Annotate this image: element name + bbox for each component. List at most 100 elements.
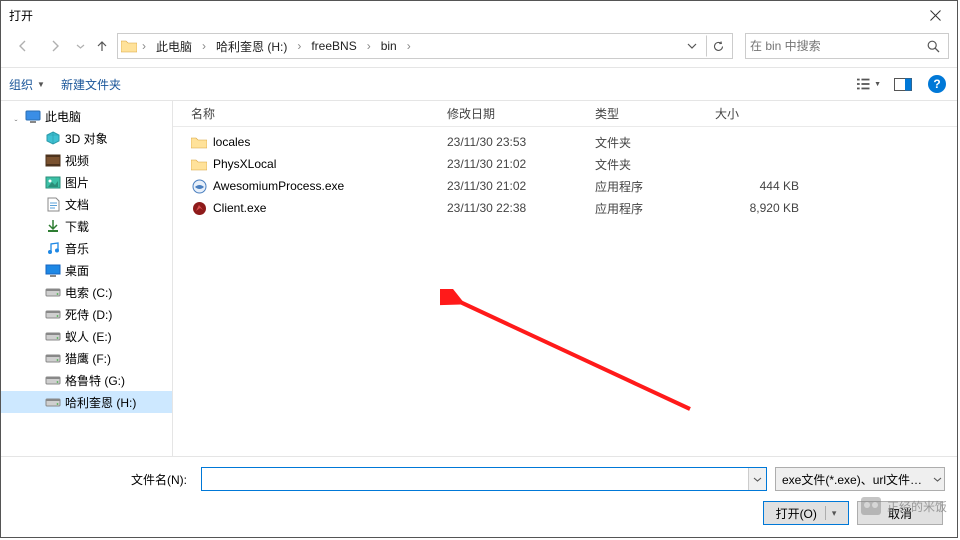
sidebar-item-label: 电索 (C:) <box>65 284 112 301</box>
window-title: 打开 <box>9 7 913 24</box>
search-input[interactable] <box>750 39 922 53</box>
preview-pane-icon <box>894 78 912 91</box>
pc-icon <box>25 108 41 124</box>
col-date[interactable]: 修改日期 <box>439 105 587 122</box>
drive-icon <box>45 394 61 410</box>
expand-caret-icon: ˬ <box>11 111 21 121</box>
file-row[interactable]: Client.exe23/11/30 22:38应用程序8,920 KB <box>173 197 957 219</box>
open-dialog: 打开 › 此电脑 › 哈利奎恩 (H:) › freeBNS › <box>0 0 958 538</box>
close-icon <box>930 10 941 21</box>
refresh-button[interactable] <box>706 35 730 57</box>
close-button[interactable] <box>913 1 957 29</box>
drive-icon <box>45 372 61 388</box>
sidebar-item[interactable]: 视频 <box>1 149 172 171</box>
search-icon[interactable] <box>922 35 944 57</box>
sidebar-item[interactable]: 蚁人 (E:) <box>1 325 172 347</box>
column-headers: 名称 修改日期 类型 大小 <box>173 101 957 127</box>
file-list: locales23/11/30 23:53文件夹PhysXLocal23/11/… <box>173 127 957 223</box>
arrow-right-icon <box>48 39 62 53</box>
chevron-down-icon <box>753 475 762 484</box>
sidebar-item[interactable]: 文档 <box>1 193 172 215</box>
forward-button[interactable] <box>41 32 69 60</box>
exe-red-icon <box>191 200 207 216</box>
back-button[interactable] <box>9 32 37 60</box>
address-bar[interactable]: › 此电脑 › 哈利奎恩 (H:) › freeBNS › bin › <box>117 33 733 59</box>
doc-icon <box>45 196 61 212</box>
file-size: 444 KB <box>707 179 807 193</box>
col-name[interactable]: 名称 <box>183 105 439 122</box>
open-button[interactable]: 打开(O) ▾ <box>763 501 849 525</box>
folder-icon <box>191 156 207 172</box>
new-folder-button[interactable]: 新建文件夹 <box>61 76 121 93</box>
file-row[interactable]: AwesomiumProcess.exe23/11/30 21:02应用程序44… <box>173 175 957 197</box>
toolbar: 组织 ▼ 新建文件夹 ▼ <box>1 67 957 101</box>
chevron-right-icon: › <box>365 39 373 53</box>
organize-menu[interactable]: 组织 ▼ <box>9 76 45 93</box>
file-name-cell: locales <box>183 134 439 150</box>
file-type-filter[interactable]: exe文件(*.exe)、url文件、快捷 <box>775 467 945 491</box>
filename-input[interactable] <box>202 468 748 490</box>
filename-combo[interactable] <box>201 467 767 491</box>
refresh-icon <box>712 40 725 53</box>
sidebar-item[interactable]: 下载 <box>1 215 172 237</box>
cancel-button-label: 取消 <box>888 505 912 522</box>
cancel-button[interactable]: 取消 <box>857 501 943 525</box>
sidebar-item-label: 音乐 <box>65 240 89 257</box>
chevron-down-icon: ▼ <box>37 80 45 89</box>
sidebar-item-label: 3D 对象 <box>65 130 108 147</box>
view-menu[interactable]: ▼ <box>857 73 881 95</box>
sidebar-item[interactable]: 死侍 (D:) <box>1 303 172 325</box>
drive-icon <box>45 350 61 366</box>
annotation-arrow <box>440 289 700 419</box>
file-row[interactable]: locales23/11/30 23:53文件夹 <box>173 131 957 153</box>
sidebar-item-label: 哈利奎恩 (H:) <box>65 394 136 411</box>
crumb-freebns[interactable]: freeBNS <box>305 37 362 55</box>
file-name-cell: PhysXLocal <box>183 156 439 172</box>
sidebar-item[interactable]: 哈利奎恩 (H:) <box>1 391 172 413</box>
drive-icon <box>45 284 61 300</box>
sidebar-item[interactable]: 图片 <box>1 171 172 193</box>
file-type: 文件夹 <box>587 156 707 173</box>
exe-blue-icon <box>191 178 207 194</box>
sidebar-item[interactable]: 3D 对象 <box>1 127 172 149</box>
chevron-down-icon: ▾ <box>825 506 837 520</box>
sidebar-item[interactable]: 桌面 <box>1 259 172 281</box>
up-button[interactable] <box>91 35 113 57</box>
sidebar: ˬ 此电脑 3D 对象视频图片文档下载音乐桌面电索 (C:) 死侍 (D:) 蚁人 … <box>1 101 173 456</box>
sidebar-item[interactable]: 电索 (C:) <box>1 281 172 303</box>
recent-dropdown[interactable] <box>73 32 87 60</box>
arrow-up-icon <box>95 39 109 53</box>
sidebar-item-label: 格鲁特 (G:) <box>65 372 125 389</box>
help-button[interactable]: ? <box>925 73 949 95</box>
crumb-drive-h[interactable]: 哈利奎恩 (H:) <box>210 36 293 57</box>
sidebar-item-label: 图片 <box>65 174 89 191</box>
crumb-this-pc[interactable]: 此电脑 <box>150 36 198 57</box>
music-icon <box>45 240 61 256</box>
picture-icon <box>45 174 61 190</box>
preview-pane-toggle[interactable] <box>891 73 915 95</box>
chevron-right-icon: › <box>140 39 148 53</box>
video-icon <box>45 152 61 168</box>
sidebar-item-label: 死侍 (D:) <box>65 306 112 323</box>
filename-row: 文件名(N): exe文件(*.exe)、url文件、快捷 <box>13 467 945 491</box>
file-type: 文件夹 <box>587 134 707 151</box>
crumb-bin[interactable]: bin <box>375 37 403 55</box>
file-name: PhysXLocal <box>213 157 276 171</box>
file-row[interactable]: PhysXLocal23/11/30 21:02文件夹 <box>173 153 957 175</box>
col-size[interactable]: 大小 <box>707 105 807 122</box>
sidebar-this-pc[interactable]: ˬ 此电脑 <box>1 105 172 127</box>
sidebar-item[interactable]: 音乐 <box>1 237 172 259</box>
address-dropdown[interactable] <box>680 35 704 57</box>
col-type[interactable]: 类型 <box>587 105 707 122</box>
sidebar-item[interactable]: 猎鹰 (F:) <box>1 347 172 369</box>
sidebar-item-label: 桌面 <box>65 262 89 279</box>
filename-dropdown[interactable] <box>748 468 766 490</box>
file-name-cell: Client.exe <box>183 200 439 216</box>
sidebar-item[interactable]: 格鲁特 (G:) <box>1 369 172 391</box>
file-pane: 名称 修改日期 类型 大小 locales23/11/30 23:53文件夹Ph… <box>173 101 957 456</box>
nav-row: › 此电脑 › 哈利奎恩 (H:) › freeBNS › bin › <box>1 29 957 67</box>
sidebar-item-label: 视频 <box>65 152 89 169</box>
file-name: Client.exe <box>213 201 266 215</box>
search-box[interactable] <box>745 33 949 59</box>
file-date: 23/11/30 23:53 <box>439 135 587 149</box>
